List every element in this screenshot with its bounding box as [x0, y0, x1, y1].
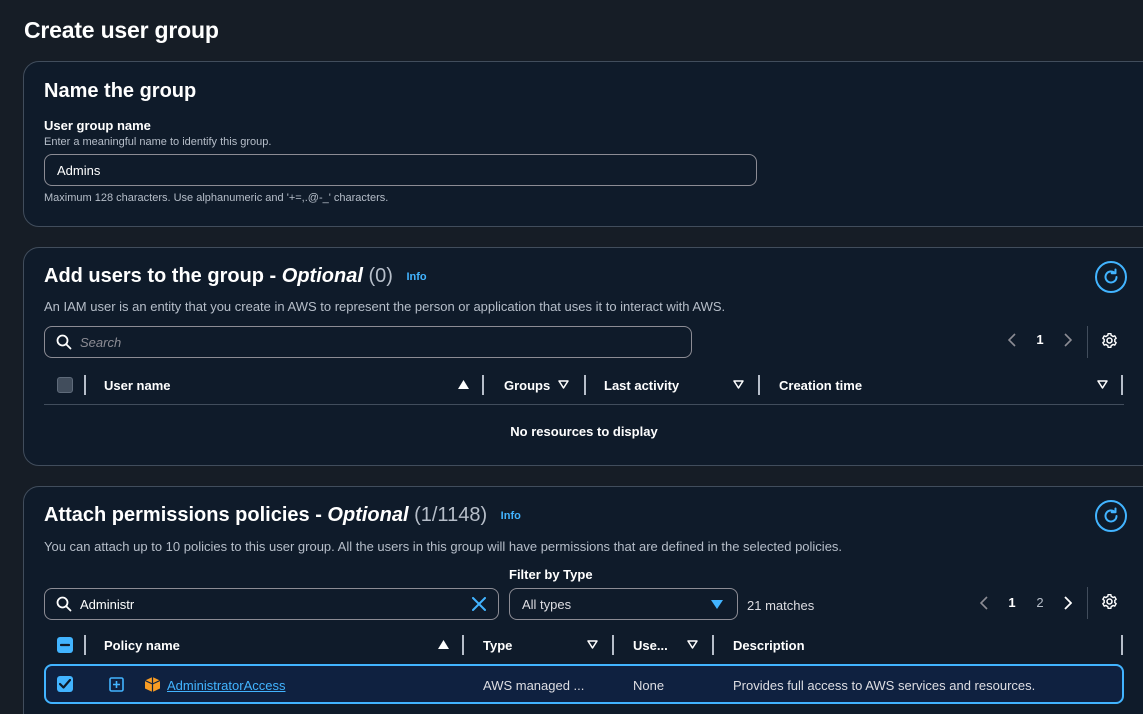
filter-type-value: All types	[522, 596, 572, 612]
row-checkbox[interactable]	[57, 676, 73, 692]
column-creation-time[interactable]: Creation time	[779, 369, 862, 401]
add-users-heading-text: Add users to the group -	[44, 265, 282, 287]
policies-page-2[interactable]: 2	[1026, 595, 1054, 610]
users-search-input[interactable]	[80, 334, 691, 350]
add-users-optional: Optional	[281, 265, 363, 287]
expand-icon[interactable]	[109, 677, 124, 692]
users-empty-message: No resources to display	[510, 424, 658, 439]
attach-policies-heading-text: Attach permissions policies -	[44, 504, 328, 526]
policies-search-box[interactable]	[44, 588, 499, 620]
attach-policies-card: Attach permissions policies - Optional (…	[23, 486, 1143, 714]
column-divider	[758, 375, 760, 395]
policy-description: Provides full access to AWS services and…	[733, 678, 1036, 693]
user-group-name-description: Enter a meaningful name to identify this…	[44, 136, 272, 148]
policies-table-header: Policy name Type Use... Description	[44, 629, 1124, 661]
column-type[interactable]: Type	[483, 629, 512, 661]
sort-desc-icon[interactable]	[687, 640, 698, 649]
search-icon	[56, 596, 72, 612]
users-search-box[interactable]	[44, 326, 692, 358]
match-count: 21 matches	[747, 598, 815, 613]
aws-policy-icon	[144, 677, 161, 692]
user-group-name-constraint: Maximum 128 characters. Use alphanumeric…	[44, 192, 389, 204]
column-divider	[84, 635, 86, 655]
name-group-heading: Name the group	[44, 80, 197, 102]
column-policy-name[interactable]: Policy name	[104, 629, 180, 661]
filter-by-type-label: Filter by Type	[509, 567, 593, 582]
sort-desc-icon[interactable]	[1097, 380, 1108, 389]
page-title: Create user group	[24, 17, 219, 43]
column-divider	[482, 375, 484, 395]
chevron-left-icon	[1008, 332, 1016, 347]
users-refresh-button[interactable]	[1095, 261, 1127, 293]
users-prev-page[interactable]	[998, 332, 1026, 347]
users-table-header: User name Groups Last activity Creation …	[44, 369, 1124, 401]
chevron-right-icon	[1064, 595, 1072, 610]
users-preferences-button[interactable]	[1101, 332, 1118, 354]
user-group-name-label: User group name	[44, 118, 151, 133]
refresh-icon	[1104, 507, 1118, 523]
sort-desc-icon[interactable]	[587, 640, 598, 649]
column-divider	[712, 635, 714, 655]
users-pagination: 1	[998, 332, 1082, 347]
indeterminate-icon	[60, 643, 70, 647]
add-users-description: An IAM user is an entity that you create…	[44, 299, 726, 314]
table-row[interactable]: AdministratorAccess AWS managed ... None…	[44, 664, 1124, 704]
sort-desc-icon[interactable]	[558, 380, 569, 389]
caret-down-icon	[711, 600, 723, 609]
policies-search-input[interactable]	[80, 596, 461, 612]
policies-page-1[interactable]: 1	[998, 595, 1026, 610]
column-divider	[612, 635, 614, 655]
chevron-right-icon	[1064, 332, 1072, 347]
users-page-1[interactable]: 1	[1026, 332, 1054, 347]
column-last-activity[interactable]: Last activity	[604, 369, 679, 401]
policies-preferences-button[interactable]	[1101, 593, 1118, 615]
sort-asc-icon[interactable]	[438, 640, 449, 649]
search-icon	[56, 334, 72, 350]
attach-policies-info-link[interactable]: Info	[501, 510, 521, 522]
checkbox-checked-icon	[59, 679, 71, 689]
policies-select-all-checkbox[interactable]	[57, 637, 73, 653]
policies-pager-divider	[1087, 587, 1088, 619]
add-users-count: (0)	[368, 265, 393, 287]
policies-pagination: 1 2	[970, 595, 1082, 610]
policy-type: AWS managed ...	[483, 678, 585, 693]
column-divider	[462, 635, 464, 655]
policy-name-link[interactable]: AdministratorAccess	[167, 678, 285, 693]
users-select-all-checkbox[interactable]	[57, 377, 73, 393]
column-used-as[interactable]: Use...	[633, 629, 668, 661]
policies-next-page[interactable]	[1054, 595, 1082, 610]
users-next-page[interactable]	[1054, 332, 1082, 347]
column-divider	[1121, 375, 1123, 395]
add-users-heading: Add users to the group - Optional (0) In…	[44, 265, 427, 288]
refresh-icon	[1104, 268, 1118, 284]
filter-type-select[interactable]: All types	[509, 588, 738, 620]
user-group-name-input[interactable]	[44, 154, 757, 186]
attach-policies-heading: Attach permissions policies - Optional (…	[44, 504, 521, 527]
policies-prev-page[interactable]	[970, 595, 998, 610]
chevron-left-icon	[980, 595, 988, 610]
column-divider	[1121, 635, 1123, 655]
add-users-card: Add users to the group - Optional (0) In…	[23, 247, 1143, 466]
column-divider	[584, 375, 586, 395]
clear-icon[interactable]	[472, 597, 486, 611]
column-user-name[interactable]: User name	[104, 369, 170, 401]
sort-desc-icon[interactable]	[733, 380, 744, 389]
users-pager-divider	[1087, 326, 1088, 358]
attach-policies-description: You can attach up to 10 policies to this…	[44, 539, 843, 554]
column-description[interactable]: Description	[733, 629, 805, 661]
policy-used-as: None	[633, 678, 665, 693]
settings-icon	[1102, 332, 1117, 349]
attach-policies-count: (1/1148)	[414, 504, 488, 526]
users-table-divider	[44, 404, 1124, 405]
sort-asc-icon[interactable]	[458, 380, 469, 389]
add-users-info-link[interactable]: Info	[406, 271, 426, 283]
name-group-card: Name the group User group name Enter a m…	[23, 61, 1143, 227]
attach-policies-optional: Optional	[327, 504, 409, 526]
column-groups[interactable]: Groups	[504, 369, 550, 401]
policies-refresh-button[interactable]	[1095, 500, 1127, 532]
column-divider	[84, 375, 86, 395]
settings-icon	[1102, 593, 1117, 610]
